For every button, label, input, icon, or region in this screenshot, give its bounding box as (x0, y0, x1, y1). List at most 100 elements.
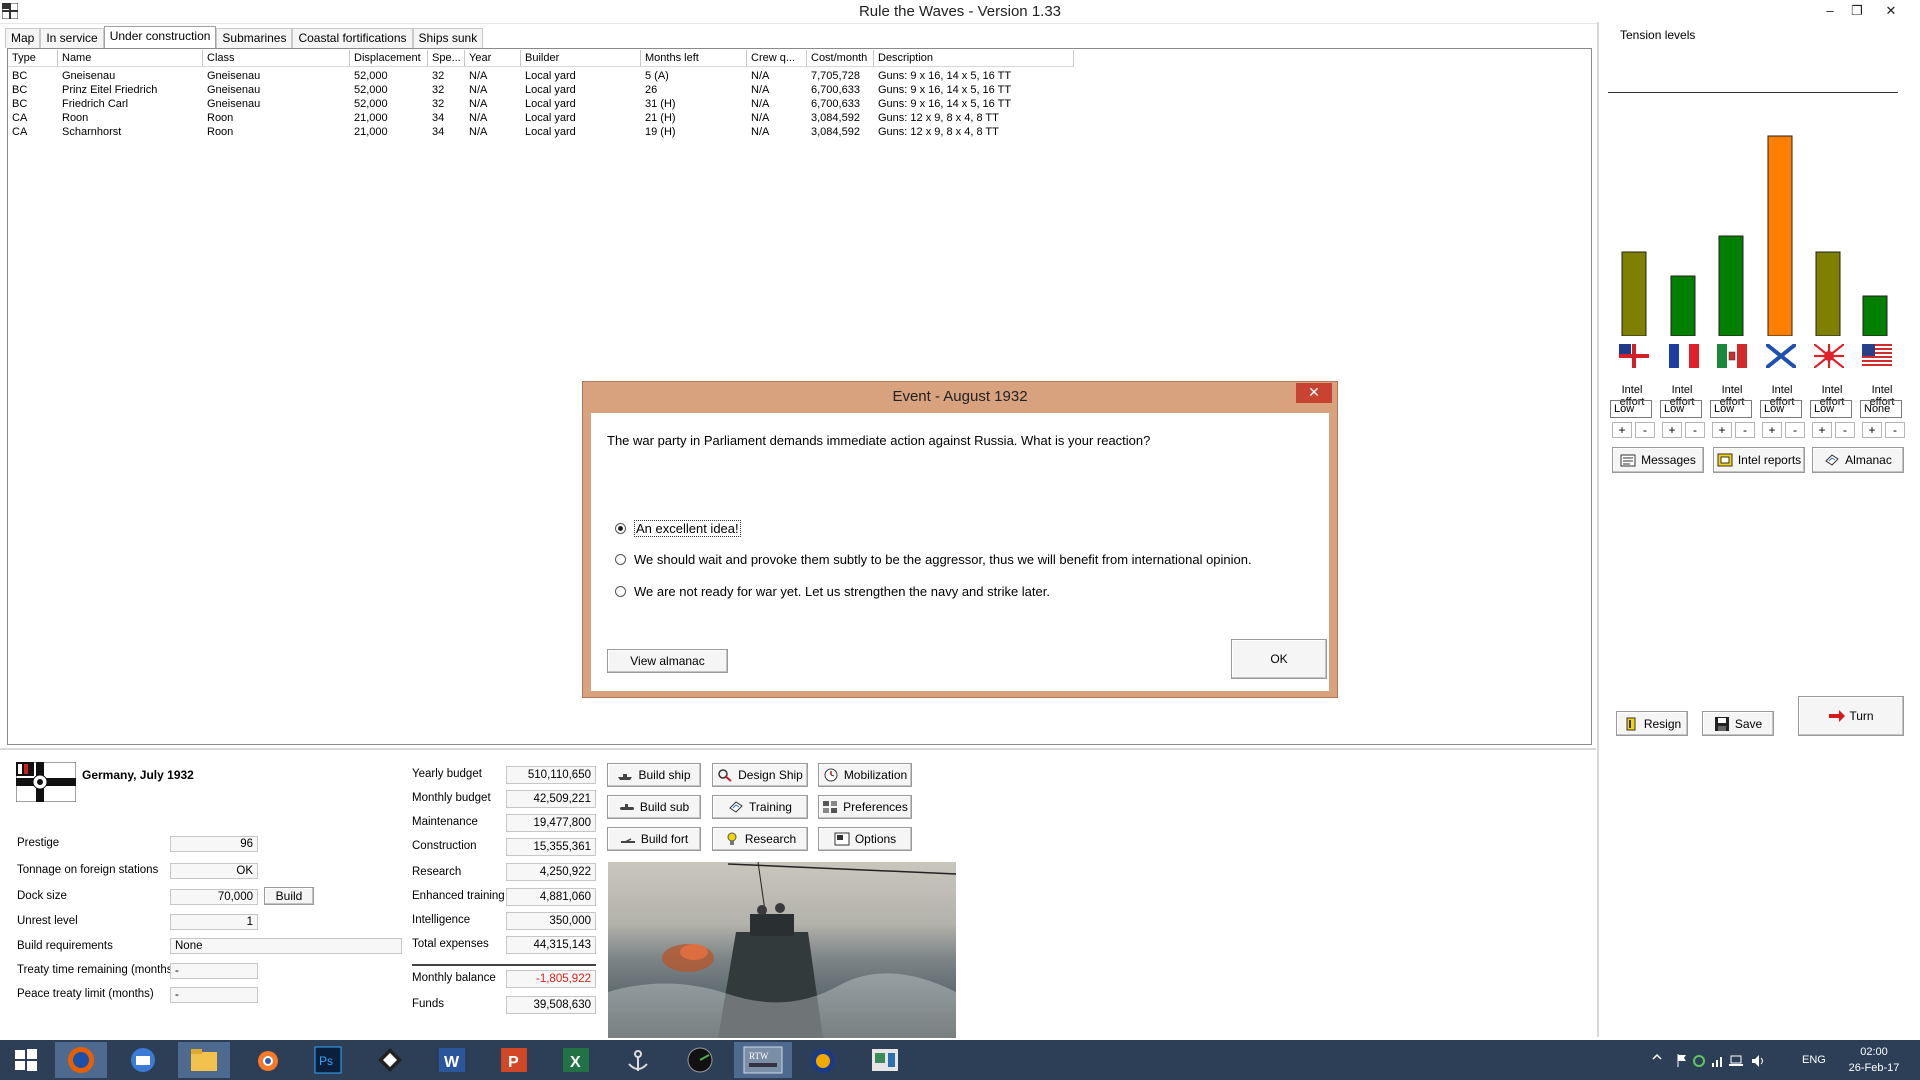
world-of-warships-taskbar-icon[interactable] (612, 1042, 664, 1078)
training-button[interactable]: Training (712, 795, 808, 819)
radio-selected-icon[interactable] (615, 523, 626, 534)
preferences-button[interactable]: Preferences (818, 795, 912, 819)
cell-displacement: 52,000 (354, 70, 388, 82)
blender-taskbar-icon[interactable] (241, 1042, 293, 1078)
build-dock-button[interactable]: Build (264, 887, 314, 905)
image-viewer-taskbar-icon[interactable] (859, 1042, 911, 1078)
column-header-builder[interactable]: Builder (521, 50, 641, 67)
intel-plus-britain[interactable]: + (1612, 422, 1632, 438)
intel-effort-field-japan[interactable]: Low (1810, 400, 1852, 418)
cell-year: N/A (469, 70, 488, 82)
tab-coastal-fortifications[interactable]: Coastal fortifications (292, 28, 413, 48)
france-flag-icon[interactable] (1669, 344, 1699, 368)
table-row[interactable]: CA Roon Roon 21,000 34 N/A Local yard 21 (H) N/A… (8, 111, 1074, 125)
start-button[interactable] (0, 1042, 52, 1078)
input-language[interactable]: ENG (1802, 1054, 1826, 1080)
restore-button[interactable]: ❐ (1846, 1, 1868, 21)
intel-effort-field-usa[interactable]: None (1860, 400, 1902, 418)
table-row[interactable]: CA Scharnhorst Roon 21,000 34 N/A Local yard 19… (8, 125, 1074, 139)
event-option-1[interactable]: An excellent idea! (615, 520, 741, 537)
tab-ships-sunk[interactable]: Ships sunk (412, 28, 484, 48)
intel-effort-field-france[interactable]: Low (1660, 400, 1702, 418)
column-header-months-left[interactable]: Months left (641, 50, 747, 67)
intel-minus-japan[interactable]: - (1835, 422, 1855, 438)
view-almanac-button[interactable]: View almanac (607, 649, 728, 673)
column-header-description[interactable]: Description (874, 50, 1074, 67)
close-window-button[interactable]: ✕ (1880, 1, 1902, 21)
build-ship-button[interactable]: Build ship (607, 763, 701, 787)
build-sub-button[interactable]: Build sub (607, 795, 701, 819)
russia-flag-icon[interactable] (1764, 342, 1798, 370)
options-button[interactable]: Options (818, 827, 912, 851)
intel-minus-britain[interactable]: - (1635, 422, 1655, 438)
event-option-3[interactable]: We are not ready for war yet. Let us str… (615, 584, 1050, 599)
intel-effort-field-britain[interactable]: Low (1610, 400, 1652, 418)
tab-under-construction[interactable]: Under construction (103, 26, 217, 48)
save-button[interactable]: Save (1702, 711, 1774, 736)
column-header-class[interactable]: Class (203, 50, 350, 67)
italy-flag-icon[interactable] (1717, 344, 1747, 368)
intel-plus-france[interactable]: + (1662, 422, 1682, 438)
thunderbird-taskbar-icon[interactable] (117, 1042, 169, 1078)
intel-minus-russia[interactable]: - (1785, 422, 1805, 438)
file-explorer-taskbar-icon[interactable] (178, 1042, 230, 1078)
column-header-name[interactable]: Name (58, 50, 203, 67)
rule-the-waves-taskbar-icon[interactable]: RTW (734, 1042, 792, 1078)
table-row[interactable]: BC Friedrich Carl Gneisenau 52,000 32 N/A Loca… (8, 97, 1074, 111)
messages-icon (1620, 453, 1636, 467)
event-option-2[interactable]: We should wait and provoke them subtly t… (615, 552, 1252, 567)
britain-flag-icon[interactable] (1619, 344, 1649, 368)
tab-in-service[interactable]: In service (40, 28, 104, 48)
column-header-displacement[interactable]: Displacement (350, 50, 428, 67)
show-hidden-icons[interactable] (1652, 1052, 1662, 1080)
clock[interactable]: 02:00 26-Feb-17 (1846, 1044, 1902, 1080)
intel-minus-usa[interactable]: - (1885, 422, 1905, 438)
table-row[interactable]: BC Prinz Eitel Friedrich Gneisenau 52,000 32… (8, 83, 1074, 97)
tab-map[interactable]: Map (5, 28, 41, 48)
intel-effort-field-russia[interactable]: Low (1760, 400, 1802, 418)
turn-button[interactable]: Turn (1798, 696, 1904, 736)
intel-reports-button[interactable]: Intel reports (1713, 447, 1805, 473)
usa-flag-icon[interactable] (1862, 344, 1892, 368)
column-header-crew-quality[interactable]: Crew q... (747, 50, 807, 67)
powerpoint-taskbar-icon[interactable]: P (488, 1042, 540, 1078)
column-header-speed[interactable]: Spe... (428, 50, 465, 67)
intel-minus-italy[interactable]: - (1735, 422, 1755, 438)
windows-icon (15, 1049, 37, 1071)
photoshop-taskbar-icon[interactable]: Ps (302, 1042, 354, 1078)
event-dialog-close-button[interactable]: ✕ (1296, 383, 1332, 403)
build-fort-button[interactable]: Build fort (607, 827, 701, 851)
intel-minus-france[interactable]: - (1685, 422, 1705, 438)
tonnage-foreign-label: Tonnage on foreign stations (17, 864, 159, 876)
intel-plus-russia[interactable]: + (1762, 422, 1782, 438)
minimize-button[interactable]: – (1819, 1, 1841, 21)
design-ship-icon (717, 768, 733, 782)
messages-button[interactable]: Messages (1612, 447, 1704, 473)
radar-app-taskbar-icon[interactable] (674, 1042, 726, 1078)
intel-effort-field-italy[interactable]: Low (1710, 400, 1752, 418)
intel-plus-japan[interactable]: + (1812, 422, 1832, 438)
column-header-type[interactable]: Type (8, 50, 58, 67)
resign-button[interactable]: Resign (1616, 711, 1688, 736)
audio-app-taskbar-icon[interactable] (797, 1042, 849, 1078)
intel-plus-italy[interactable]: + (1712, 422, 1732, 438)
svg-text:Ps: Ps (319, 1054, 333, 1068)
ok-button[interactable]: OK (1231, 639, 1327, 679)
column-header-cost-month[interactable]: Cost/month (807, 50, 874, 67)
mobilization-button[interactable]: Mobilization (818, 763, 912, 787)
research-button[interactable]: Research (712, 827, 808, 851)
excel-taskbar-icon[interactable]: X (550, 1042, 602, 1078)
column-header-year[interactable]: Year (465, 50, 521, 67)
radio-icon[interactable] (615, 586, 626, 597)
intel-plus-usa[interactable]: + (1862, 422, 1882, 438)
tension-levels-label: Tension levels (1620, 28, 1696, 42)
inkscape-taskbar-icon[interactable] (364, 1042, 416, 1078)
table-row[interactable]: BC Gneisenau Gneisenau 52,000 32 N/A Local yar… (8, 69, 1074, 83)
word-taskbar-icon[interactable]: W (426, 1042, 478, 1078)
tab-submarines[interactable]: Submarines (216, 28, 293, 48)
radio-icon[interactable] (615, 554, 626, 565)
almanac-button[interactable]: Almanac (1812, 447, 1904, 473)
japan-flag-icon[interactable] (1813, 343, 1845, 369)
firefox-taskbar-icon[interactable] (55, 1042, 107, 1078)
design-ship-button[interactable]: Design Ship (712, 763, 808, 787)
